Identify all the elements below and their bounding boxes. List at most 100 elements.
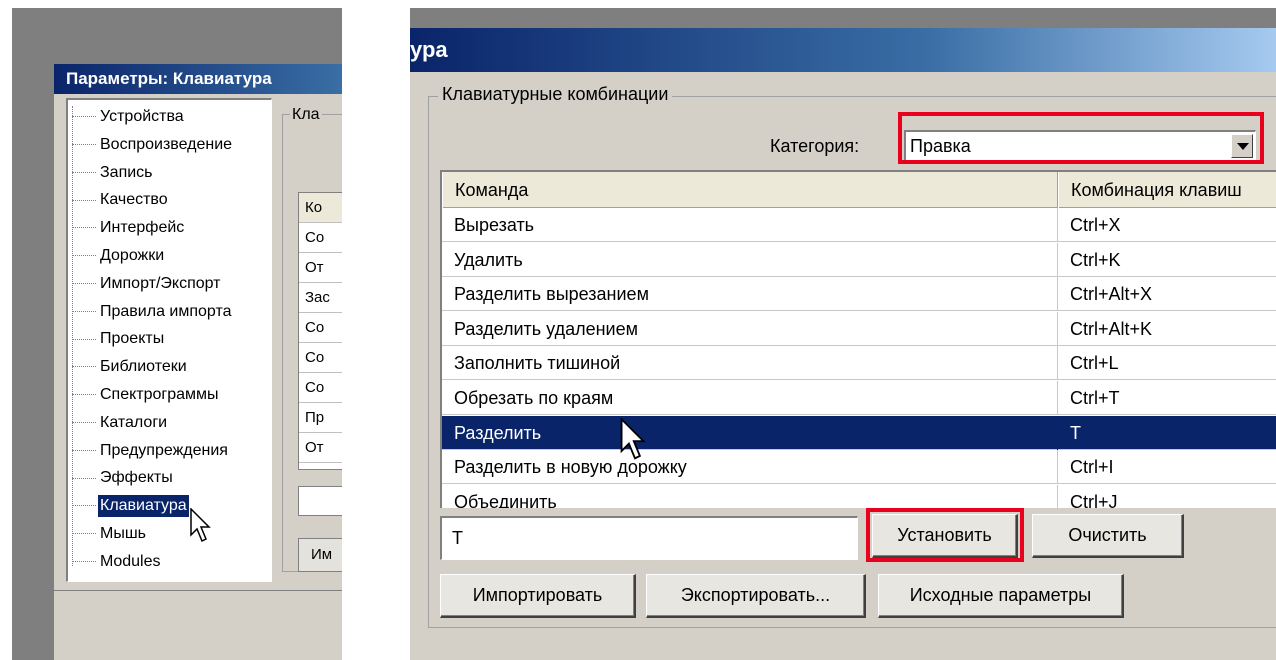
list-item[interactable]: Со [299, 223, 342, 253]
tree-item-label: Воспроизведение [100, 135, 233, 153]
list-item[interactable]: Пр [299, 403, 342, 433]
shortcut-cell: Ctrl+L [1070, 353, 1119, 374]
tree-item[interactable]: Проекты [68, 328, 166, 350]
tree-item-label: Проекты [100, 330, 165, 348]
list-item[interactable]: От [299, 253, 342, 283]
table-header: Команда Комбинация клавиш [442, 172, 1276, 208]
highlight-box [866, 508, 1024, 562]
shortcut-cell: Ctrl+Alt+X [1070, 284, 1153, 305]
tree-connector-line [72, 477, 96, 479]
column-header-shortcut[interactable]: Комбинация клавиш [1058, 172, 1276, 208]
highlight-box [898, 112, 1264, 164]
tree-connector-line [72, 144, 96, 146]
command-cell: Заполнить тишиной [442, 346, 1058, 381]
list-item[interactable]: Со [299, 373, 342, 403]
command-cell: Разделить удалением [442, 311, 1058, 346]
table-row[interactable]: Разделить T [442, 415, 1276, 450]
tree-connector-line [72, 171, 96, 173]
tree-item[interactable]: Клавиатура [68, 495, 189, 518]
list-item[interactable]: Со [299, 313, 342, 343]
shortcut-field-partial[interactable] [298, 486, 342, 516]
tree-connector-line [72, 283, 96, 285]
column-header-partial[interactable]: Ко [299, 193, 342, 223]
preferences-tree[interactable]: Устройства Воспроизведение Запись Качество И… [66, 98, 272, 582]
defaults-button[interactable]: Исходные параметры [878, 574, 1124, 618]
tree-connector-line [72, 338, 96, 340]
shortcut-cell: Ctrl+K [1070, 249, 1121, 270]
table-row[interactable]: Обрезать по краям Ctrl+T [442, 381, 1276, 415]
command-list-partial[interactable]: КоСоОтЗасСоСоСоПрОтЗв [298, 192, 342, 470]
export-button[interactable]: Экспортировать... [646, 574, 866, 618]
shortcut-cell: Ctrl+T [1070, 388, 1120, 408]
tree-item[interactable]: Дорожки [68, 245, 166, 267]
command-cell: Удалить [442, 242, 1058, 277]
tree-connector-line [72, 227, 96, 229]
window-title: ура [410, 28, 1276, 72]
command-cell: Разделить вырезанием [442, 277, 1058, 312]
tree-item[interactable]: Правила импорта [68, 301, 234, 323]
shortcut-cell: Ctrl+J [1070, 491, 1118, 508]
table-row[interactable]: Удалить Ctrl+K [442, 242, 1276, 277]
tree-item[interactable]: Библиотеки [68, 356, 189, 378]
tree-item[interactable]: Импорт/Экспорт [68, 273, 223, 295]
background-area [12, 64, 54, 660]
shortcut-input[interactable]: T [440, 516, 858, 560]
tree-item-label: Запись [100, 163, 153, 181]
right-dialog-crop: ура Клавиатурные комбинации Категория: П… [410, 8, 1276, 660]
command-cell: Вырезать [442, 208, 1058, 242]
tree-item-label: Правила импорта [100, 302, 232, 320]
command-cell: Объединить [442, 484, 1058, 508]
tree-item-label: Спектрограммы [100, 386, 219, 403]
tree-item[interactable]: Спектрограммы [68, 384, 221, 406]
tree-item[interactable]: Запись [68, 162, 155, 184]
list-item[interactable]: Зас [299, 283, 342, 313]
shortcut-cell: Ctrl+X [1070, 215, 1121, 235]
commands-table[interactable]: Команда Комбинация клавиш Вырезать Ctrl+X… [440, 170, 1276, 508]
shortcut-cell: Ctrl+I [1070, 457, 1114, 478]
tree-item[interactable]: Воспроизведение [68, 134, 234, 156]
import-button[interactable]: Импортировать [440, 574, 636, 618]
clear-button[interactable]: Очистить [1032, 514, 1184, 558]
column-header-command[interactable]: Команда [442, 172, 1058, 208]
table-row[interactable]: Объединить Ctrl+J [442, 484, 1276, 508]
background-area [410, 8, 1276, 28]
tree-item-label: Интерфейс [100, 219, 185, 237]
table-row[interactable]: Заполнить тишиной Ctrl+L [442, 346, 1276, 381]
tree-item-label: Клавиатура [98, 495, 189, 518]
tree-connector-line [72, 422, 96, 424]
tree-item-label: Предупреждения [100, 441, 228, 459]
tree-item[interactable]: Интерфейс [68, 217, 186, 239]
tree-item[interactable]: Эффекты [68, 467, 175, 489]
tree-connector-line [72, 449, 96, 451]
tree-item-label: Устройства [100, 108, 184, 125]
list-item[interactable]: От [299, 433, 342, 463]
import-button-partial[interactable]: Им [298, 538, 342, 572]
tree-connector-line [72, 394, 96, 396]
table-row[interactable]: Вырезать Ctrl+X [442, 208, 1276, 242]
tree-item-label: Импорт/Экспорт [100, 274, 221, 292]
command-cell: Разделить в новую дорожку [442, 450, 1058, 485]
tree-item[interactable]: Устройства [68, 106, 186, 128]
dialog-bottom-area [54, 590, 342, 660]
tree-item[interactable]: Мышь [68, 523, 148, 545]
tree-item[interactable]: Предупреждения [68, 440, 230, 462]
tree-item[interactable]: Modules [68, 551, 162, 573]
shortcut-cell: Ctrl+Alt+K [1070, 318, 1153, 339]
command-cell: Обрезать по краям [442, 381, 1058, 415]
group-label: Кла [290, 106, 322, 124]
tree-connector-line [72, 310, 96, 312]
tree-connector-line [72, 505, 96, 507]
table-row[interactable]: Разделить в новую дорожку Ctrl+I [442, 450, 1276, 485]
tree-item-label: Эффекты [100, 469, 173, 487]
tree-connector-line [72, 255, 96, 257]
table-row[interactable]: Разделить удалением Ctrl+Alt+K [442, 311, 1276, 346]
tree-item-label: Modules [100, 552, 161, 570]
tree-item-label: Библиотеки [100, 358, 187, 376]
list-item[interactable]: Со [299, 343, 342, 373]
tree-item[interactable]: Каталоги [68, 412, 169, 434]
tree-item[interactable]: Качество [68, 189, 170, 211]
tree-connector-line [72, 199, 96, 201]
table-row[interactable]: Разделить вырезанием Ctrl+Alt+X [442, 277, 1276, 312]
list-item[interactable]: Зв [299, 463, 342, 469]
tree-connector-line [72, 116, 96, 118]
